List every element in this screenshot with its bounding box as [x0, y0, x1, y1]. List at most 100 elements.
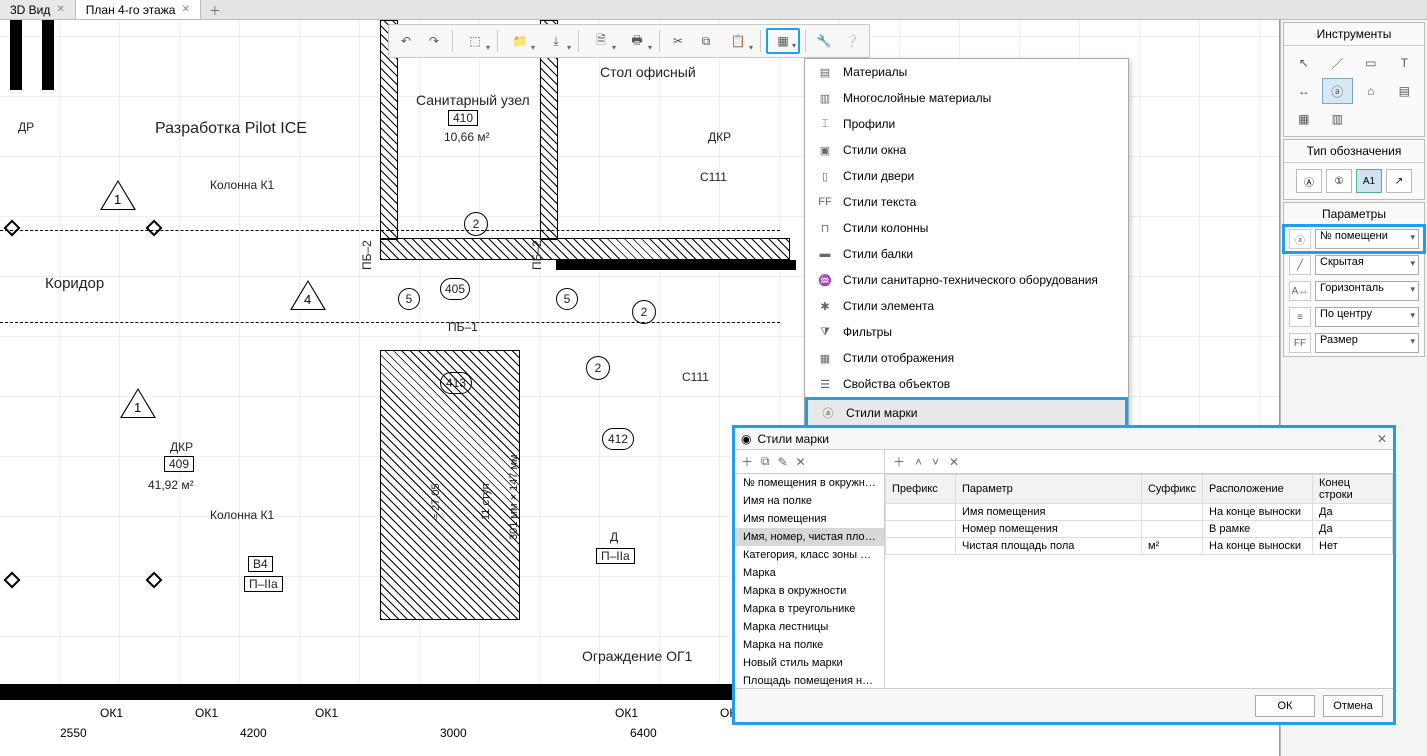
move-up-button[interactable]: ˄	[915, 455, 922, 469]
label-kolonna: Колонна К1	[210, 178, 274, 192]
settings-button[interactable]: 🔧	[811, 28, 837, 54]
cancel-button[interactable]: Отмена	[1323, 695, 1383, 717]
type-a1[interactable]: A1	[1356, 169, 1382, 193]
param-icon: A↔	[1289, 281, 1311, 301]
param-select-orient[interactable]: Горизонталь	[1315, 281, 1419, 301]
wall	[42, 20, 54, 90]
help-button[interactable]: ❔	[839, 28, 865, 54]
dimension: 4200	[240, 726, 267, 740]
ok-button[interactable]: ОК	[1255, 695, 1315, 717]
tool-layers[interactable]: ▤	[1389, 78, 1421, 104]
add-button[interactable]: ＋	[741, 453, 753, 470]
close-icon[interactable]: ✕	[181, 4, 189, 15]
menu-text-styles[interactable]: FFСтили текста	[805, 189, 1128, 215]
tab-label: 3D Вид	[10, 3, 50, 17]
export-button[interactable]: 🗎	[584, 28, 618, 54]
tab-add-button[interactable]: ＋	[201, 0, 229, 19]
table-row[interactable]: Имя помещенияНа конце выноскиДа	[886, 504, 1393, 521]
param-icon: ╱	[1289, 255, 1311, 275]
param-select-line[interactable]: Скрытая	[1315, 255, 1419, 275]
copy-button[interactable]: ⧉	[761, 454, 770, 469]
styles-button[interactable]: ▦	[766, 28, 800, 54]
tool-dimension[interactable]: ↔	[1288, 78, 1320, 104]
list-item[interactable]: Марка лестницы	[735, 618, 884, 636]
list-item[interactable]: Имя на полке	[735, 492, 884, 510]
list-item[interactable]: Категория, класс зоны помещен	[735, 546, 884, 564]
tool-table[interactable]: ▥	[1322, 106, 1354, 132]
delete-row-button[interactable]: ✕	[949, 455, 959, 469]
menu-window-styles[interactable]: ▣Стили окна	[805, 137, 1128, 163]
open-button[interactable]: 📁	[503, 28, 537, 54]
menu-beam-styles[interactable]: ▬Стили балки	[805, 241, 1128, 267]
menu-materials[interactable]: ▤Материалы	[805, 59, 1128, 85]
param-select-font[interactable]: Размер	[1315, 333, 1419, 353]
triangle-mark: 1	[100, 180, 136, 210]
list-item[interactable]: Марка	[735, 564, 884, 582]
list-item[interactable]: Площадь помещения на полке	[735, 672, 884, 688]
edit-button[interactable]: ✎	[778, 455, 788, 469]
save-button[interactable]: ⤓	[539, 28, 573, 54]
tool-text[interactable]: T	[1389, 50, 1421, 76]
param-select-room[interactable]: № помещени	[1315, 229, 1419, 249]
menu-filters[interactable]: ⧩Фильтры	[805, 319, 1128, 345]
list-item[interactable]: № помещения в окружности	[735, 474, 884, 492]
close-icon[interactable]: ✕	[1377, 432, 1387, 446]
tab-3d-view[interactable]: 3D Вид ✕	[0, 0, 76, 19]
triangle-mark: 4	[290, 280, 326, 310]
styles-menu: ▤Материалы ▥Многослойные материалы ⌶Проф…	[804, 58, 1129, 430]
print-button[interactable]: 🖶	[620, 28, 654, 54]
tool-blank1[interactable]	[1355, 106, 1387, 132]
list-item[interactable]: Новый стиль марки	[735, 654, 884, 672]
cut-button[interactable]: ✂	[665, 28, 691, 54]
room-number: 409	[164, 456, 194, 472]
separator	[760, 30, 761, 52]
element-icon: ✱	[817, 298, 833, 314]
separator	[452, 30, 453, 52]
list-item[interactable]: Марка в окружности	[735, 582, 884, 600]
paste-button[interactable]: 📋	[721, 28, 755, 54]
type-1-square[interactable]: ①	[1326, 169, 1352, 193]
dimension: 3000	[440, 726, 467, 740]
type-arrow[interactable]: ↗	[1386, 169, 1412, 193]
tab-bar: 3D Вид ✕ План 4-го этажа ✕ ＋	[0, 0, 1427, 20]
tab-plan[interactable]: План 4-го этажа ✕	[76, 0, 201, 19]
list-item[interactable]: Марка в треугольнике	[735, 600, 884, 618]
list-item[interactable]: Марка на полке	[735, 636, 884, 654]
axis-line	[0, 322, 780, 323]
table-row[interactable]: Чистая площадь полам²На конце выноскиНет	[886, 538, 1393, 555]
menu-column-styles[interactable]: ⊓Стили колонны	[805, 215, 1128, 241]
menu-multilayer[interactable]: ▥Многослойные материалы	[805, 85, 1128, 111]
styles-list[interactable]: № помещения в окружностиИмя на полкеИмя …	[735, 474, 884, 688]
door-icon: ▯	[817, 168, 833, 184]
copy-button[interactable]: ⧉	[693, 28, 719, 54]
list-item[interactable]: Имя, номер, чистая площадь по	[735, 528, 884, 546]
list-item[interactable]: Имя помещения	[735, 510, 884, 528]
menu-display-styles[interactable]: ▦Стили отображения	[805, 345, 1128, 371]
tool-rect[interactable]: ▭	[1355, 50, 1387, 76]
menu-object-props[interactable]: ☰Свойства объектов	[805, 371, 1128, 397]
tool-line[interactable]: ／	[1322, 50, 1354, 76]
tool-house[interactable]: ⌂	[1355, 78, 1387, 104]
table-row[interactable]: Номер помещенияВ рамкеДа	[886, 521, 1393, 538]
tool-blank2[interactable]	[1389, 106, 1421, 132]
param-select-align[interactable]: По центру	[1315, 307, 1419, 327]
tool-select[interactable]: ↖	[1288, 50, 1320, 76]
add-row-button[interactable]: ＋	[893, 453, 905, 470]
type-a-circle[interactable]: Ⓐ	[1296, 169, 1322, 193]
props-table[interactable]: Префикс Параметр Суффикс Расположение Ко…	[885, 474, 1393, 688]
delete-button[interactable]: ✕	[796, 455, 806, 469]
view3d-button[interactable]: ⬚	[458, 28, 492, 54]
tool-grid[interactable]: ▦	[1288, 106, 1320, 132]
move-down-button[interactable]: ˅	[932, 455, 939, 469]
tool-mark[interactable]: ⓐ	[1322, 78, 1354, 104]
redo-button[interactable]: ↷	[421, 28, 447, 54]
beam-icon: ▬	[817, 246, 833, 262]
menu-door-styles[interactable]: ▯Стили двери	[805, 163, 1128, 189]
filter-icon: ⧩	[817, 324, 833, 340]
menu-profiles[interactable]: ⌶Профили	[805, 111, 1128, 137]
col-eol: Конец строки	[1313, 475, 1393, 504]
undo-button[interactable]: ↶	[393, 28, 419, 54]
close-icon[interactable]: ✕	[56, 4, 64, 15]
menu-plumbing-styles[interactable]: ♒Стили санитарно-технического оборудован…	[805, 267, 1128, 293]
menu-element-styles[interactable]: ✱Стили элемента	[805, 293, 1128, 319]
